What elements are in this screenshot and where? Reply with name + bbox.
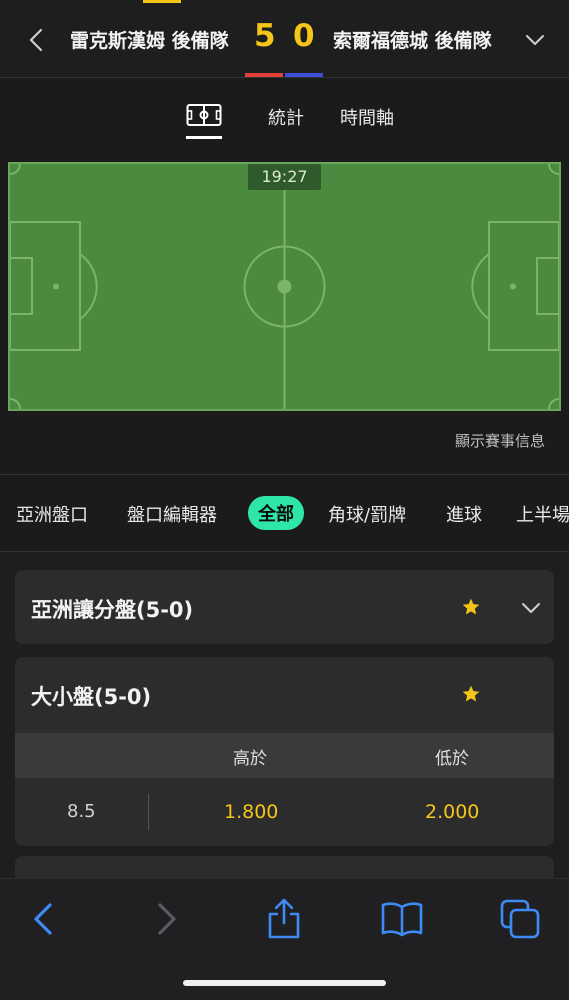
odd-under-button[interactable]: 2.000 — [425, 801, 479, 823]
tab-timeline[interactable]: 時間軸 — [340, 104, 394, 130]
match-header: 雷克斯漢姆 後備隊 5 0 索爾福德城 後備隊 — [0, 0, 569, 78]
filter-all[interactable]: 全部 — [248, 496, 304, 530]
market-card-next[interactable] — [15, 856, 554, 880]
pitch-markings — [9, 163, 560, 410]
filter-asian-handicap[interactable]: 亞洲盤口 — [16, 501, 88, 527]
column-over: 高於 — [233, 749, 267, 769]
odds-row: 8.5 1.800 2.000 — [15, 778, 554, 846]
away-team-name: 索爾福德城 後備隊 — [333, 30, 492, 52]
chevron-down-icon[interactable] — [523, 30, 547, 50]
column-under: 低於 — [435, 749, 469, 769]
show-match-info-link[interactable]: 顯示賽事信息 — [455, 430, 545, 451]
football-pitch — [8, 162, 561, 411]
home-indicator[interactable] — [183, 980, 386, 986]
away-score: 0 — [293, 18, 315, 54]
handicap-line: 8.5 — [67, 801, 96, 822]
home-color-bar — [245, 73, 283, 77]
filter-first-half[interactable]: 上半場 — [516, 501, 569, 527]
away-color-bar — [285, 73, 323, 77]
bookmarks-icon[interactable] — [380, 897, 424, 941]
top-accent — [143, 0, 181, 3]
home-team-name: 雷克斯漢姆 後備隊 — [70, 30, 229, 52]
share-icon[interactable] — [262, 897, 306, 941]
market-card-over-under: 大小盤(5-0) 高於 低於 8.5 1.800 2.000 — [15, 657, 554, 846]
filter-corners-cards[interactable]: 角球/罰牌 — [328, 501, 406, 527]
chevron-down-icon[interactable] — [520, 601, 542, 615]
tab-pitch[interactable] — [186, 103, 222, 139]
markets-list: 亞洲讓分盤(5-0) 大小盤(5-0) 高於 低於 8.5 1.800 2.00… — [0, 553, 569, 880]
back-icon[interactable] — [22, 897, 66, 941]
filter-goals[interactable]: 進球 — [446, 501, 482, 527]
market-card-asian-handicap[interactable]: 亞洲讓分盤(5-0) — [15, 570, 554, 644]
market-title: 亞洲讓分盤(5-0) — [31, 598, 194, 622]
match-clock: 19:27 — [248, 164, 321, 190]
odd-over-button[interactable]: 1.800 — [224, 801, 278, 823]
view-tabs: 統計 時間軸 — [0, 78, 569, 158]
home-score: 5 — [254, 18, 276, 54]
market-filter-bar: 亞洲盤口 盤口編輯器 全部 角球/罰牌 進球 上半場 — [0, 474, 569, 552]
pitch-icon — [186, 104, 222, 126]
forward-icon[interactable] — [144, 897, 188, 941]
back-chevron-icon[interactable] — [24, 24, 48, 56]
tabs-icon[interactable] — [498, 897, 542, 941]
tab-stats[interactable]: 統計 — [268, 104, 304, 130]
market-title: 大小盤(5-0) — [31, 685, 152, 709]
row-divider — [148, 794, 149, 830]
star-icon[interactable] — [461, 684, 481, 704]
filter-market-editor[interactable]: 盤口編輯器 — [127, 501, 217, 527]
star-icon[interactable] — [461, 597, 481, 617]
active-tab-underline — [186, 136, 222, 139]
odds-header-row: 高於 低於 — [15, 733, 554, 778]
